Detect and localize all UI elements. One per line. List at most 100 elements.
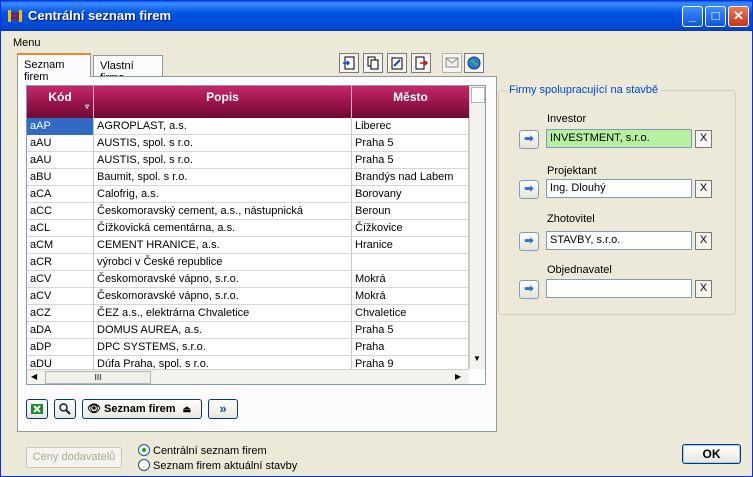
cell-popis[interactable]: ČEZ a.s., elektrárna Chvaletice xyxy=(94,305,352,322)
table-row[interactable]: aCL Čížkovická cementárna, a.s. Čížkovice xyxy=(27,220,469,237)
cell-mesto[interactable]: Borovany xyxy=(352,186,469,203)
menu-item-menu[interactable]: Menu xyxy=(13,37,41,49)
table-row[interactable]: aBU Baumit, spol. s r.o. Brandýs nad Labem xyxy=(27,169,469,186)
objednavatel-field[interactable] xyxy=(546,279,692,298)
export-icon[interactable] xyxy=(411,53,431,73)
hscroll-thumb[interactable]: III xyxy=(45,371,151,384)
cell-kod[interactable]: aCL xyxy=(27,220,94,237)
cell-popis[interactable]: výrobci v České republice xyxy=(94,254,352,271)
projektant-select-button[interactable]: ➡ xyxy=(519,180,539,199)
zhotovitel-clear-button[interactable]: X xyxy=(695,232,712,250)
table-row[interactable]: aAU AUSTIS, spol. s r.o. Praha 5 xyxy=(27,152,469,169)
cell-kod[interactable]: aCR xyxy=(27,254,94,271)
investor-select-button[interactable]: ➡ xyxy=(519,130,539,149)
table-row[interactable]: aCZ ČEZ a.s., elektrárna Chvaletice Chvale… xyxy=(27,305,469,322)
cell-popis[interactable]: Českomoravské vápno, s.r.o. xyxy=(94,271,352,288)
table-row[interactable]: aCR výrobci v České republice xyxy=(27,254,469,271)
cell-kod[interactable]: aCM xyxy=(27,237,94,254)
ok-button[interactable]: OK xyxy=(682,444,741,464)
ceny-dodavatelu-button[interactable]: Ceny dodavatelů xyxy=(26,447,122,468)
menu-bar[interactable]: Menu xyxy=(13,37,41,49)
cell-kod[interactable]: aAU xyxy=(27,135,94,152)
cell-kod[interactable]: aCC xyxy=(27,203,94,220)
scroll-thumb[interactable] xyxy=(471,87,485,103)
search-icon[interactable] xyxy=(54,399,76,419)
table-row[interactable]: aAP AGROPLAST, a.s. Liberec xyxy=(27,118,469,135)
cell-popis[interactable]: AUSTIS, spol. s r.o. xyxy=(94,135,352,152)
zhotovitel-field[interactable]: STAVBY, s.r.o. xyxy=(546,231,692,250)
column-popis[interactable]: Popis xyxy=(94,86,352,118)
cell-popis[interactable]: AUSTIS, spol. s r.o. xyxy=(94,152,352,169)
excel-icon[interactable] xyxy=(26,399,48,419)
investor-field[interactable]: INVESTMENT, s.r.o. xyxy=(546,129,692,148)
tab-seznam-firem[interactable]: Seznam firem xyxy=(17,53,91,83)
edit-icon[interactable] xyxy=(387,53,407,73)
radio-dot[interactable] xyxy=(138,459,150,471)
cell-kod[interactable]: aCV xyxy=(27,271,94,288)
cell-popis[interactable]: Calofrig, a.s. xyxy=(94,186,352,203)
cell-kod[interactable]: aCV xyxy=(27,288,94,305)
cell-kod[interactable]: aAU xyxy=(27,152,94,169)
web-icon[interactable] xyxy=(464,53,484,73)
cell-mesto[interactable]: Mokrá xyxy=(352,288,469,305)
table-row[interactable]: aCA Calofrig, a.s. Borovany xyxy=(27,186,469,203)
cell-popis[interactable]: Českomoravské vápno, s.r.o. xyxy=(94,288,352,305)
column-kod[interactable]: Kód ▿ xyxy=(27,86,94,118)
cell-mesto[interactable]: Chvaletice xyxy=(352,305,469,322)
cell-kod[interactable]: aBU xyxy=(27,169,94,186)
column-mesto[interactable]: Město xyxy=(352,86,469,118)
cell-popis[interactable]: Českomoravský cement, a.s., nástupnická xyxy=(94,203,352,220)
horizontal-scrollbar[interactable]: ◀ III ▶ xyxy=(27,369,469,384)
close-button[interactable]: ✕ xyxy=(728,6,749,27)
mail-icon[interactable] xyxy=(442,53,462,73)
cell-kod[interactable]: aDP xyxy=(27,339,94,356)
table-row[interactable]: aCM CEMENT HRANICE, a.s. Hranice xyxy=(27,237,469,254)
company-grid[interactable]: Kód ▿ Popis Město aAP AGROPLAST, a.s. Libe… xyxy=(26,85,486,385)
table-row[interactable]: aCC Českomoravský cement, a.s., nástupnic… xyxy=(27,203,469,220)
table-row[interactable]: aCV Českomoravské vápno, s.r.o. Mokrá xyxy=(27,288,469,305)
objednavatel-select-button[interactable]: ➡ xyxy=(519,280,539,299)
radio-dot[interactable] xyxy=(138,444,150,456)
scroll-right-icon[interactable]: ▶ xyxy=(455,372,461,381)
import-icon[interactable] xyxy=(339,53,359,73)
cell-popis[interactable]: Čížkovická cementárna, a.s. xyxy=(94,220,352,237)
zhotovitel-select-button[interactable]: ➡ xyxy=(519,232,539,251)
scroll-left-icon[interactable]: ◀ xyxy=(31,372,37,381)
radio-seznam-aktualni-stavby[interactable]: Seznam firem aktuální stavby xyxy=(138,459,297,472)
view-selector-button[interactable]: 👁 Seznam firem ⏏ xyxy=(82,399,202,419)
objednavatel-clear-button[interactable]: X xyxy=(695,280,712,298)
scroll-down-icon[interactable]: ▼ xyxy=(473,354,481,363)
table-row[interactable]: aDP DPC SYSTEMS, s.r.o. Praha xyxy=(27,339,469,356)
projektant-clear-button[interactable]: X xyxy=(695,180,712,198)
cell-mesto[interactable] xyxy=(352,254,469,271)
cell-mesto[interactable]: Praha 5 xyxy=(352,135,469,152)
minimize-button[interactable]: _ xyxy=(682,6,703,27)
investor-clear-button[interactable]: X xyxy=(695,130,712,148)
table-row[interactable]: aAU AUSTIS, spol. s r.o. Praha 5 xyxy=(27,135,469,152)
table-row[interactable]: aCV Českomoravské vápno, s.r.o. Mokrá xyxy=(27,271,469,288)
cell-popis[interactable]: DPC SYSTEMS, s.r.o. xyxy=(94,339,352,356)
next-button[interactable]: » xyxy=(208,399,238,419)
cell-kod[interactable]: aAP xyxy=(27,118,94,135)
cell-mesto[interactable]: Liberec xyxy=(352,118,469,135)
cell-mesto[interactable]: Praha xyxy=(352,339,469,356)
cell-kod[interactable]: aCA xyxy=(27,186,94,203)
table-row[interactable]: aDA DOMUS AUREA, a.s. Praha 5 xyxy=(27,322,469,339)
cell-mesto[interactable]: Čížkovice xyxy=(352,220,469,237)
cell-mesto[interactable]: Hranice xyxy=(352,237,469,254)
projektant-field[interactable]: Ing. Dlouhý xyxy=(546,179,692,198)
cell-mesto[interactable]: Brandýs nad Labem xyxy=(352,169,469,186)
tab-vlastni-firma[interactable]: Vlastní firma xyxy=(93,55,163,84)
cell-mesto[interactable]: Praha 5 xyxy=(352,322,469,339)
cell-mesto[interactable]: Praha 5 xyxy=(352,152,469,169)
copy-icon[interactable] xyxy=(363,53,383,73)
cell-popis[interactable]: CEMENT HRANICE, a.s. xyxy=(94,237,352,254)
maximize-button[interactable]: □ xyxy=(705,6,726,27)
cell-mesto[interactable]: Mokrá xyxy=(352,271,469,288)
radio-centralni-seznam[interactable]: Centrální seznam firem xyxy=(138,444,267,457)
cell-kod[interactable]: aDA xyxy=(27,322,94,339)
cell-popis[interactable]: DOMUS AUREA, a.s. xyxy=(94,322,352,339)
cell-kod[interactable]: aCZ xyxy=(27,305,94,322)
cell-popis[interactable]: AGROPLAST, a.s. xyxy=(94,118,352,135)
cell-popis[interactable]: Baumit, spol. s r.o. xyxy=(94,169,352,186)
